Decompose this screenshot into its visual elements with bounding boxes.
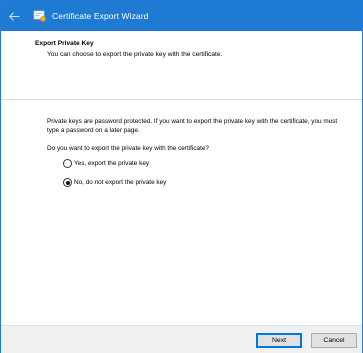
window-title: Certificate Export Wizard xyxy=(52,11,149,21)
option-yes-export[interactable]: Yes, export the private key xyxy=(63,159,149,168)
option-no-export[interactable]: No, do not export the private key xyxy=(63,178,166,187)
page-title: Export Private Key xyxy=(35,40,94,47)
cancel-button[interactable]: Cancel xyxy=(311,333,357,348)
header-divider xyxy=(1,99,362,100)
description-text: Private keys are password protected. If … xyxy=(47,118,338,134)
wizard-window: Certificate Export Wizard Export Private… xyxy=(0,0,363,353)
radio-no-selected[interactable] xyxy=(63,178,72,187)
option-no-label: No, do not export the private key xyxy=(74,179,167,186)
option-yes-label: Yes, export the private key xyxy=(74,160,150,167)
title-bar: Certificate Export Wizard xyxy=(1,1,362,31)
next-button[interactable]: Next xyxy=(256,333,302,348)
certificate-wizard-icon xyxy=(33,9,47,23)
question-text: Do you want to export the private key wi… xyxy=(47,145,209,152)
page-subtitle: You can choose to export the private key… xyxy=(47,51,223,58)
wizard-footer: Next Cancel xyxy=(1,325,362,353)
radio-yes[interactable] xyxy=(63,159,72,168)
back-arrow-icon[interactable] xyxy=(3,1,25,31)
